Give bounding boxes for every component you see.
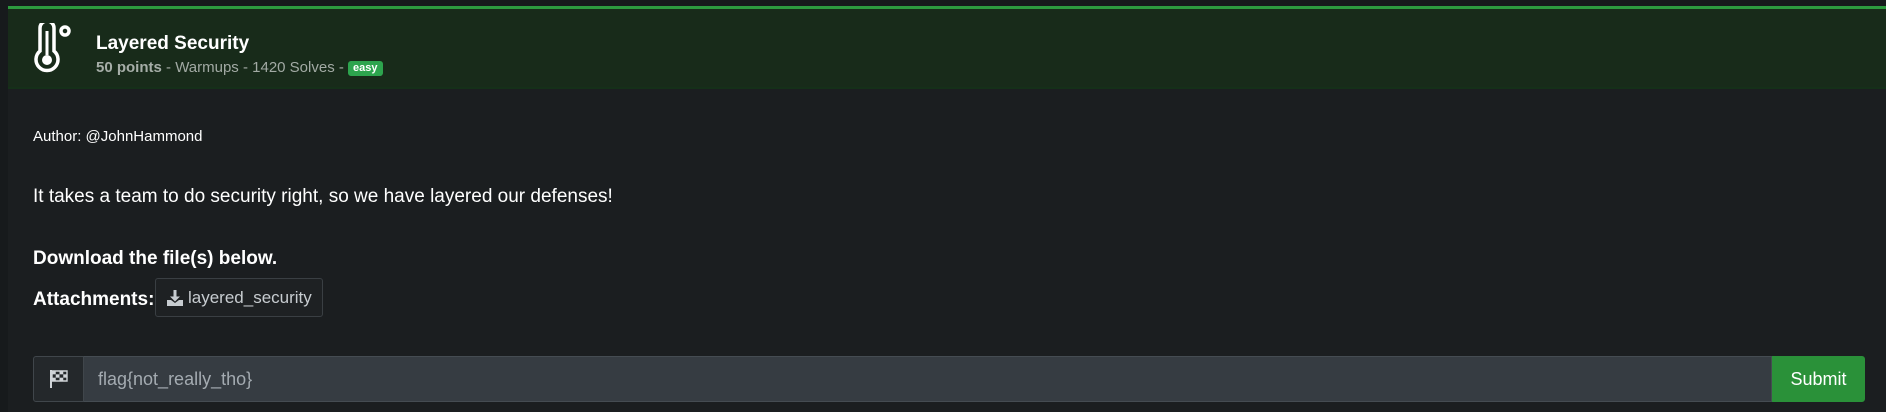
flag-submit-form: Submit	[33, 356, 1865, 402]
flag-input[interactable]	[84, 356, 1772, 402]
flag-prefix	[33, 356, 84, 402]
challenge-description: It takes a team to do security right, so…	[33, 186, 613, 207]
challenge-card: Layered Security 50 points - Warmups - 1…	[8, 6, 1886, 412]
points-value: 50 points	[96, 59, 162, 76]
attachments-label: Attachments:	[33, 289, 155, 310]
download-note: Download the file(s) below.	[33, 248, 278, 269]
difficulty-badge: easy	[348, 61, 383, 76]
submit-button[interactable]: Submit	[1772, 356, 1865, 402]
challenge-title: Layered Security	[96, 33, 250, 54]
checkered-flag-icon	[49, 370, 68, 388]
attachment-name: layered_security	[188, 287, 312, 307]
attachment-download-button[interactable]: layered_security	[155, 278, 323, 317]
download-icon	[167, 289, 183, 306]
challenge-header: Layered Security 50 points - Warmups - 1…	[8, 9, 1886, 89]
challenge-meta: 50 points - Warmups - 1420 Solves - easy	[96, 59, 383, 76]
thermometer-icon	[34, 23, 71, 73]
author-line: Author: @JohnHammond	[33, 128, 203, 145]
meta-details: - Warmups - 1420 Solves -	[161, 59, 349, 76]
